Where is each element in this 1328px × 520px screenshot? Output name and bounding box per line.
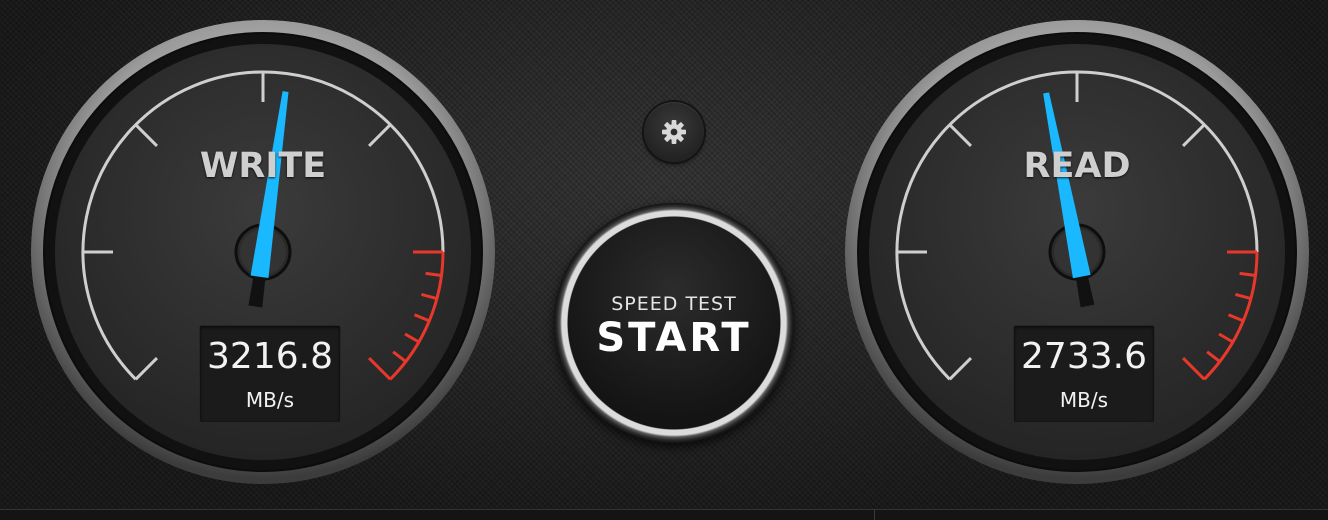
start-button-label: START: [596, 315, 752, 361]
write-speed-unit: MB/s: [245, 388, 295, 412]
read-speed-unit: MB/s: [1059, 388, 1109, 412]
read-readout: 2733.6 MB/s: [1013, 325, 1155, 423]
disk-speed-test-window: WRITE 3216.8 MB/s SPEED TEST START READ …: [0, 0, 1328, 520]
read-gauge-dial: [845, 20, 1309, 484]
read-speed-value: 2733.6: [1021, 336, 1147, 377]
write-redzone-tick: [425, 271, 442, 277]
write-gauge: WRITE 3216.8 MB/s: [3, 0, 523, 520]
write-gauge-label: WRITE: [199, 146, 327, 186]
read-gauge-label: READ: [1023, 146, 1131, 186]
status-bar: [0, 509, 1328, 520]
status-bar-divider: [874, 510, 875, 520]
start-button-subtitle: SPEED TEST: [611, 293, 737, 315]
write-speed-value: 3216.8: [207, 336, 333, 377]
write-gauge-dial: [31, 20, 495, 484]
start-speed-test-button[interactable]: SPEED TEST START: [554, 203, 794, 443]
settings-button[interactable]: [644, 102, 704, 162]
read-redzone-tick: [1239, 271, 1256, 277]
read-gauge: READ 2733.6 MB/s: [817, 0, 1328, 520]
write-readout: 3216.8 MB/s: [199, 325, 341, 423]
gear-icon: [662, 120, 686, 144]
